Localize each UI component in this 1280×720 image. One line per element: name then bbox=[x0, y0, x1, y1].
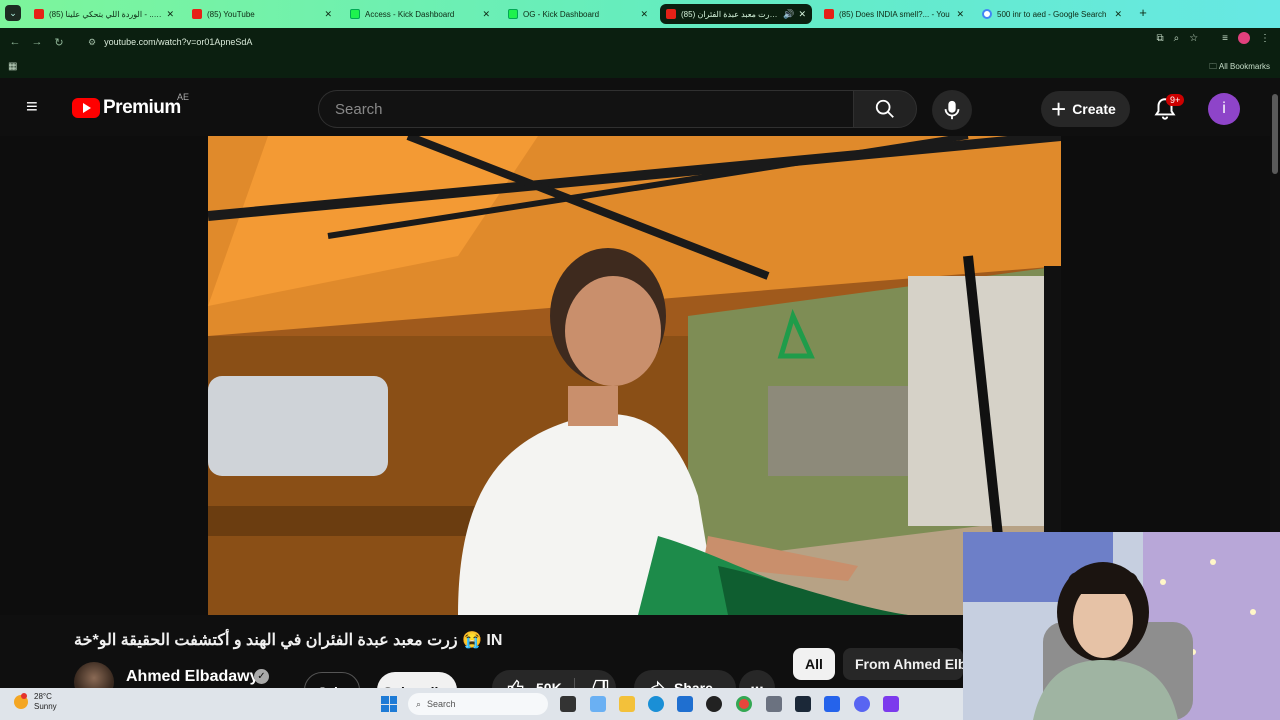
apps-grid-icon[interactable]: ▦ bbox=[8, 61, 17, 72]
bookmarks-bar: ▦ 🗀 All Bookmarks bbox=[0, 56, 1280, 78]
plus-icon: + bbox=[1051, 94, 1067, 124]
close-icon[interactable]: ✕ bbox=[166, 9, 174, 20]
close-icon[interactable]: ✕ bbox=[324, 9, 332, 20]
search-icon: ⌕ bbox=[416, 698, 422, 709]
speaker-icon[interactable]: 🔊 bbox=[783, 9, 794, 20]
youtube-play-icon bbox=[72, 98, 100, 118]
close-icon[interactable]: ✕ bbox=[640, 9, 648, 20]
url-text: youtube.com/watch?v=or01ApneSdA bbox=[104, 37, 253, 47]
browser-tab[interactable]: OG - Kick Dashboard ✕ bbox=[502, 4, 654, 24]
os-taskbar: 28°C Sunny ⌕ Search bbox=[0, 688, 963, 720]
google-icon bbox=[982, 9, 992, 19]
kick-icon bbox=[508, 9, 518, 19]
hamburger-menu-icon[interactable]: ≡ bbox=[26, 97, 46, 117]
youtube-icon bbox=[824, 9, 834, 19]
tab-title: (85) الوردة اللي بتحكي علينا - ...be bbox=[49, 9, 162, 19]
search-icon bbox=[875, 99, 894, 118]
close-icon[interactable]: ✕ bbox=[956, 9, 964, 20]
new-tab-icon[interactable]: + bbox=[1136, 6, 1150, 20]
media-icon[interactable]: ≡ bbox=[1222, 33, 1228, 44]
youtube-header: ≡ Premium AE + Create 9+ i bbox=[0, 80, 1270, 136]
file-explorer-icon[interactable] bbox=[619, 696, 635, 712]
steam-icon[interactable] bbox=[795, 696, 811, 712]
channel-row: Ahmed Elbadawy ✓ Join Subscribe 50K Shar… bbox=[74, 662, 974, 708]
country-code: AE bbox=[177, 92, 190, 102]
browser-tab[interactable]: (85) الوردة اللي بتحكي علينا - ...be ✕ bbox=[28, 4, 180, 24]
taskbar-search-label: Search bbox=[427, 699, 456, 709]
search-input[interactable] bbox=[335, 100, 854, 118]
account-avatar[interactable]: i bbox=[1208, 93, 1240, 125]
chrome-icon[interactable] bbox=[736, 696, 752, 712]
weather-widget[interactable]: 28°C Sunny bbox=[14, 692, 57, 712]
scroll-thumb[interactable] bbox=[1272, 94, 1278, 174]
tab-search-icon[interactable]: ⌄ bbox=[5, 5, 21, 21]
tab-title: (85) زرت معبد عبدة الفئران ... bbox=[681, 9, 779, 19]
app-icon[interactable] bbox=[824, 696, 840, 712]
search-button[interactable] bbox=[853, 90, 917, 128]
browser-toolbar: ← → ↻ ⚙ youtube.com/watch?v=or01ApneSdA … bbox=[0, 28, 1280, 56]
back-icon[interactable]: ← bbox=[4, 36, 26, 48]
settings-icon[interactable] bbox=[766, 696, 782, 712]
video-title: زرت معبد عبدة الفئران في الهند و أكتشفت … bbox=[74, 632, 503, 649]
close-icon[interactable]: ✕ bbox=[1114, 9, 1122, 20]
zoom-icon[interactable]: ⌕ bbox=[1174, 33, 1180, 44]
reload-icon[interactable]: ↻ bbox=[48, 36, 70, 49]
close-icon[interactable]: ✕ bbox=[798, 9, 806, 20]
menu-icon[interactable]: ⋮ bbox=[1260, 33, 1270, 44]
discord-icon[interactable] bbox=[854, 696, 870, 712]
youtube-icon bbox=[34, 9, 44, 19]
store-icon[interactable] bbox=[677, 696, 693, 712]
copilot-icon[interactable] bbox=[590, 696, 606, 712]
search-box bbox=[318, 90, 854, 128]
browser-tab-active[interactable]: (85) زرت معبد عبدة الفئران ... 🔊 ✕ bbox=[660, 4, 812, 24]
browser-tab[interactable]: 500 inr to aed - Google Search ✕ bbox=[976, 4, 1128, 24]
browser-tab[interactable]: Access - Kick Dashboard ✕ bbox=[344, 4, 496, 24]
windows-start-icon[interactable] bbox=[381, 696, 397, 712]
edge-icon[interactable] bbox=[648, 696, 664, 712]
weather-temperature: 28°C bbox=[34, 692, 52, 701]
sun-icon bbox=[14, 693, 28, 709]
browser-tab[interactable]: (85) Does INDIA smell?... - You ✕ bbox=[818, 4, 970, 24]
all-bookmarks-button[interactable]: 🗀 All Bookmarks bbox=[1209, 61, 1270, 75]
youtube-logo[interactable]: Premium bbox=[72, 97, 181, 119]
chip-all[interactable]: All bbox=[793, 648, 835, 680]
obs-icon[interactable] bbox=[706, 696, 722, 712]
profile-avatar[interactable] bbox=[1238, 32, 1250, 44]
logo-text: Premium bbox=[103, 97, 181, 118]
taskbar-search[interactable]: ⌕ Search bbox=[408, 693, 548, 715]
tab-title: (85) Does INDIA smell?... - You bbox=[839, 9, 950, 19]
task-view-icon[interactable] bbox=[560, 696, 576, 712]
all-bookmarks-label: All Bookmarks bbox=[1218, 62, 1270, 71]
tab-title: (85) YouTube bbox=[207, 9, 255, 19]
youtube-icon bbox=[666, 9, 676, 19]
microphone-icon bbox=[944, 100, 960, 120]
site-info-icon[interactable]: ⚙ bbox=[88, 37, 96, 48]
webcam-frame bbox=[963, 532, 1280, 720]
kick-icon bbox=[350, 9, 360, 19]
voice-search-button[interactable] bbox=[932, 90, 972, 130]
create-label: Create bbox=[1072, 101, 1116, 117]
weather-condition: Sunny bbox=[34, 702, 57, 711]
notification-badge: 9+ bbox=[1166, 94, 1185, 106]
chip-from-channel[interactable]: From Ahmed Elbadawy bbox=[843, 648, 963, 680]
app-icon[interactable] bbox=[883, 696, 899, 712]
browser-tab[interactable]: (85) YouTube ✕ bbox=[186, 4, 338, 24]
forward-icon[interactable]: → bbox=[26, 36, 48, 48]
tab-title: 500 inr to aed - Google Search bbox=[997, 9, 1107, 19]
folder-icon: 🗀 bbox=[1209, 62, 1218, 71]
browser-tabstrip: ⌄ (85) الوردة اللي بتحكي علينا - ...be ✕… bbox=[0, 0, 1280, 28]
tab-title: OG - Kick Dashboard bbox=[523, 9, 600, 19]
webcam-overlay bbox=[963, 532, 1280, 720]
close-icon[interactable]: ✕ bbox=[482, 9, 490, 20]
address-bar[interactable]: ⚙ youtube.com/watch?v=or01ApneSdA bbox=[80, 32, 1150, 52]
tab-title: Access - Kick Dashboard bbox=[365, 9, 455, 19]
youtube-icon bbox=[192, 9, 202, 19]
video-player[interactable] bbox=[208, 136, 1061, 615]
verified-badge-icon: ✓ bbox=[254, 669, 269, 684]
channel-name[interactable]: Ahmed Elbadawy bbox=[126, 668, 258, 686]
bookmark-star-icon[interactable]: ☆ bbox=[1189, 33, 1198, 44]
video-frame bbox=[208, 136, 1061, 615]
create-button[interactable]: + Create bbox=[1041, 91, 1130, 127]
install-icon[interactable]: ⧉ bbox=[1156, 33, 1163, 44]
